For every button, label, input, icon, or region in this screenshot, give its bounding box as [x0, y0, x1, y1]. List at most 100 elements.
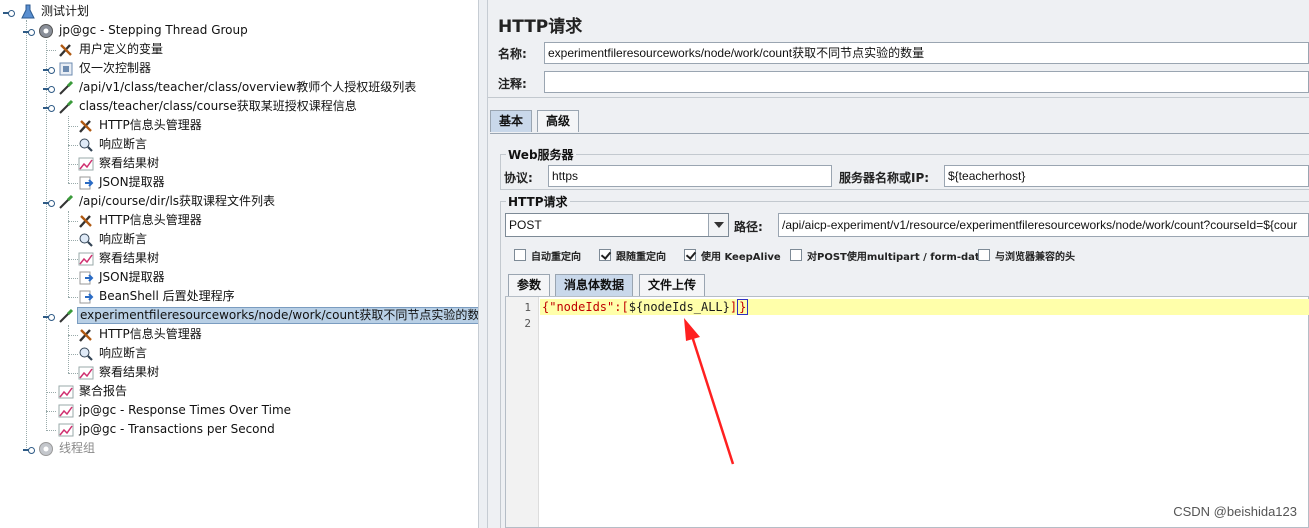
protocol-field[interactable]: https — [548, 165, 832, 187]
graph-icon — [78, 156, 94, 172]
tree-item-label: 响应断言 — [99, 232, 148, 246]
tab-body-data[interactable]: 消息体数据 — [555, 274, 634, 296]
tree-item-label: 察看结果树 — [99, 365, 160, 379]
tree-item-results-tree[interactable]: 察看结果树 — [78, 363, 161, 382]
http-request-title: HTTP请求 — [506, 193, 570, 210]
tree-item-label: 响应断言 — [99, 346, 148, 360]
checkbox-box[interactable] — [514, 249, 526, 261]
code-token-key: "nodeIds" — [549, 300, 615, 314]
tree-item-label: jp@gc - Response Times Over Time — [79, 403, 292, 417]
pipette-icon — [58, 308, 74, 324]
keepalive-checkbox[interactable]: 使用 KeepAlive — [684, 247, 781, 263]
tree-item-results-tree[interactable]: 察看结果树 — [78, 154, 161, 173]
name-label: 名称: — [498, 47, 527, 61]
tab-advanced[interactable]: 高级 — [537, 110, 580, 132]
tree-item-label: JSON提取器 — [99, 175, 165, 189]
tree-item-response-assertion[interactable]: 响应断言 — [78, 135, 149, 154]
checkbox-box[interactable] — [790, 249, 802, 261]
browser-headers-checkbox[interactable]: 与浏览器兼容的头 — [978, 247, 1075, 263]
tree-item-sampler-selected[interactable]: experimentfileresourceworks/node/work/co… — [58, 306, 478, 325]
page-title: HTTP请求 — [498, 17, 583, 37]
tree-item-beanshell-postprocessor[interactable]: BeanShell 后置处理程序 — [78, 287, 237, 306]
expand-toggle-icon[interactable] — [43, 104, 55, 112]
tree-item-label: 响应断言 — [99, 137, 148, 151]
tree-item-json-extractor[interactable]: JSON提取器 — [78, 173, 167, 192]
expand-toggle-icon[interactable] — [3, 9, 15, 17]
tree-item-results-tree[interactable]: 察看结果树 — [78, 249, 161, 268]
pipette-icon — [58, 194, 74, 210]
arrow-icon — [78, 270, 94, 286]
tree-item-test-plan[interactable]: 测试计划 — [20, 2, 91, 21]
tab-files-upload[interactable]: 文件上传 — [639, 274, 706, 296]
tree-item-response-times-graph[interactable]: jp@gc - Response Times Over Time — [58, 401, 293, 420]
tree-item-label: 用户定义的变量 — [79, 42, 164, 56]
tree-item-sampler[interactable]: /api/course/dir/ls获取课程文件列表 — [58, 192, 277, 211]
tree-item-label: BeanShell 后置处理程序 — [99, 289, 235, 303]
test-plan-tree[interactable]: 测试计划 jp@gc - Stepping Thread Group 用户定义的… — [0, 0, 478, 528]
tree-item-label: 聚合报告 — [79, 384, 128, 398]
expand-toggle-icon[interactable] — [43, 66, 55, 74]
tree-item-thread-group[interactable]: jp@gc - Stepping Thread Group — [38, 21, 250, 40]
tab-parameters[interactable]: 参数 — [508, 274, 551, 296]
tree-item-label: class/teacher/class/course获取某班授权课程信息 — [79, 99, 357, 113]
tree-item-user-variables[interactable]: 用户定义的变量 — [58, 40, 165, 59]
checkbox-label: 对POST使用multipart / form-data — [807, 251, 987, 263]
tree-item-response-assertion[interactable]: 响应断言 — [78, 344, 149, 363]
code-line-1[interactable]: {"nodeIds":[${nodeIds_ALL}]} — [542, 299, 749, 315]
checkbox-box[interactable] — [599, 249, 611, 261]
tree-item-response-assertion[interactable]: 响应断言 — [78, 230, 149, 249]
graph-icon — [58, 384, 74, 400]
chevron-down-icon[interactable] — [708, 214, 728, 236]
multipart-checkbox[interactable]: 对POST使用multipart / form-data — [790, 247, 986, 263]
follow-redirects-checkbox[interactable]: 跟随重定向 — [599, 247, 666, 263]
path-field[interactable]: /api/aicp-experiment/v1/resource/experim… — [778, 213, 1309, 237]
tree-item-label: 察看结果树 — [99, 156, 160, 170]
test-plan-icon — [20, 4, 36, 20]
watermark: CSDN @beishida123 — [1173, 504, 1297, 519]
arrow-icon — [78, 289, 94, 305]
tree-item-thread-group-disabled[interactable]: 线程组 — [38, 439, 97, 458]
body-data-editor[interactable]: 1 2 {"nodeIds":[${nodeIds_ALL}]} — [505, 296, 1309, 528]
expand-toggle-icon[interactable] — [23, 28, 35, 36]
checkbox-box[interactable] — [978, 249, 990, 261]
tree-item-label: jp@gc - Stepping Thread Group — [59, 23, 248, 37]
comment-label: 注释: — [498, 77, 527, 91]
tree-item-sampler[interactable]: /api/v1/class/teacher/class/overview教师个人… — [58, 78, 418, 97]
tree-item-json-extractor[interactable]: JSON提取器 — [78, 268, 167, 287]
wrench-icon — [78, 213, 94, 229]
pipette-icon — [58, 80, 74, 96]
checkbox-box[interactable] — [684, 249, 696, 261]
graph-icon — [58, 422, 74, 438]
tree-item-label: 仅一次控制器 — [79, 61, 152, 75]
collapse-divider[interactable] — [488, 97, 1309, 105]
path-label: 路径: — [734, 220, 763, 234]
checkbox-label: 与浏览器兼容的头 — [995, 251, 1075, 263]
expand-toggle-icon[interactable] — [43, 313, 55, 321]
tree-item-header-manager[interactable]: HTTP信息头管理器 — [78, 325, 204, 344]
line-gutter: 1 2 — [506, 297, 539, 527]
tab-basic[interactable]: 基本 — [490, 110, 533, 132]
protocol-label: 协议: — [504, 171, 533, 185]
expand-toggle-icon[interactable] — [43, 199, 55, 207]
expand-toggle-icon[interactable] — [23, 446, 35, 454]
graph-icon — [78, 365, 94, 381]
tree-item-once-controller[interactable]: 仅一次控制器 — [58, 59, 153, 78]
tree-item-label: JSON提取器 — [99, 270, 165, 284]
graph-icon — [78, 251, 94, 267]
tree-item-header-manager[interactable]: HTTP信息头管理器 — [78, 211, 204, 230]
wrench-icon — [58, 42, 74, 58]
tree-item-header-manager[interactable]: HTTP信息头管理器 — [78, 116, 204, 135]
tree-item-aggregate-report[interactable]: 聚合报告 — [58, 382, 129, 401]
method-value: POST — [509, 218, 542, 232]
comment-field[interactable] — [544, 71, 1309, 93]
expand-toggle-icon[interactable] — [43, 85, 55, 93]
auto-redirect-checkbox[interactable]: 自动重定向 — [514, 247, 581, 263]
tree-item-label: /api/course/dir/ls获取课程文件列表 — [79, 194, 276, 208]
tree-item-sampler[interactable]: class/teacher/class/course获取某班授权课程信息 — [58, 97, 359, 116]
tree-item-tps-graph[interactable]: jp@gc - Transactions per Second — [58, 420, 277, 439]
host-field[interactable]: ${teacherhost} — [944, 165, 1309, 187]
arrow-icon — [78, 175, 94, 191]
name-field[interactable]: experimentfileresourceworks/node/work/co… — [544, 42, 1309, 64]
method-select[interactable]: POST — [505, 213, 729, 237]
panel-splitter[interactable] — [478, 0, 488, 528]
